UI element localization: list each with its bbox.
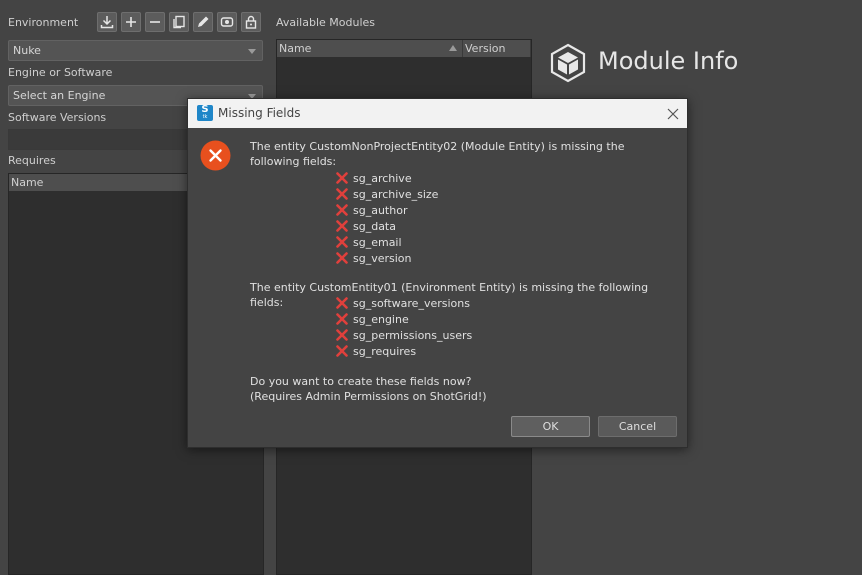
missing-field-name: sg_permissions_users [353, 328, 473, 342]
missing-field-item: sg_permissions_users [336, 327, 472, 343]
eye-icon [220, 17, 234, 27]
lock-icon [245, 15, 257, 29]
missing-field-item: sg_engine [336, 311, 409, 327]
missing-field-item: sg_archive [336, 170, 412, 186]
modules-col-name-label: Name [279, 42, 312, 55]
missing-field-name: sg_archive [353, 171, 412, 185]
missing-field-item: sg_data [336, 218, 396, 234]
download-button[interactable] [97, 12, 117, 32]
admin-note-text: (Requires Admin Permissions on ShotGrid!… [250, 390, 487, 403]
minus-icon [150, 21, 160, 23]
missing-field-name: sg_data [353, 219, 396, 233]
modules-col-name[interactable]: Name [277, 40, 463, 57]
app-icon-sub: tk [202, 114, 208, 120]
module-info-title: Module Info [598, 47, 739, 75]
x-mark-icon [336, 297, 348, 309]
missing-field-item: sg_email [336, 234, 402, 250]
missing-field-item: sg_software_versions [336, 295, 470, 311]
environment-select-value: Nuke [13, 44, 41, 57]
missing-field-name: sg_software_versions [353, 296, 470, 310]
missing-field-name: sg_engine [353, 312, 409, 326]
remove-button[interactable] [145, 12, 165, 32]
question-text: Do you want to create these fields now? [250, 375, 472, 388]
x-mark-icon [336, 252, 348, 264]
x-mark-icon [336, 204, 348, 216]
environment-select[interactable]: Nuke [8, 40, 263, 61]
cancel-button[interactable]: Cancel [598, 416, 677, 437]
edit-button[interactable] [193, 12, 213, 32]
message-module-entity: The entity CustomNonProjectEntity02 (Mod… [250, 140, 625, 168]
missing-fields-dialog: S tk Missing Fields The entity CustomNon… [187, 98, 688, 448]
missing-field-name: sg_version [353, 251, 412, 265]
dialog-titlebar[interactable]: S tk Missing Fields [188, 99, 687, 128]
app-icon: S tk [197, 104, 213, 121]
view-button[interactable] [217, 12, 237, 32]
download-icon [100, 16, 114, 29]
duplicate-button[interactable] [169, 12, 189, 32]
sort-ascending-icon [449, 45, 457, 51]
add-button[interactable] [121, 12, 141, 32]
x-mark-icon [336, 345, 348, 357]
chevron-down-icon [248, 49, 256, 54]
software-versions-label: Software Versions [8, 111, 107, 124]
error-icon [200, 140, 231, 171]
modules-col-version[interactable]: Version [463, 40, 531, 57]
missing-field-name: sg_author [353, 203, 408, 217]
requires-label: Requires [8, 154, 56, 167]
x-mark-icon [336, 220, 348, 232]
engine-label: Engine or Software [8, 66, 113, 79]
missing-field-item: sg_requires [336, 343, 416, 359]
dialog-title: Missing Fields [218, 106, 301, 120]
lock-button[interactable] [241, 12, 261, 32]
missing-field-item: sg_author [336, 202, 407, 218]
x-mark-icon [336, 236, 348, 248]
x-mark-icon [336, 172, 348, 184]
plus-icon [126, 17, 136, 27]
missing-field-name: sg_requires [353, 344, 417, 358]
dialog-body: The entity CustomNonProjectEntity02 (Mod… [188, 128, 687, 447]
missing-field-item: sg_version [336, 250, 412, 266]
pencil-icon [198, 16, 209, 27]
x-mark-icon [336, 329, 348, 341]
environment-label: Environment [8, 16, 79, 29]
x-mark-icon [336, 188, 348, 200]
copy-icon [173, 15, 185, 29]
missing-field-name: sg_archive_size [353, 187, 439, 201]
available-modules-label: Available Modules [276, 16, 376, 29]
missing-field-item: sg_archive_size [336, 186, 438, 202]
module-cube-icon [550, 43, 586, 83]
x-mark-icon [336, 313, 348, 325]
close-icon[interactable] [667, 108, 679, 120]
ok-button[interactable]: OK [511, 416, 590, 437]
missing-field-name: sg_email [353, 235, 402, 249]
engine-select-value: Select an Engine [13, 89, 106, 102]
